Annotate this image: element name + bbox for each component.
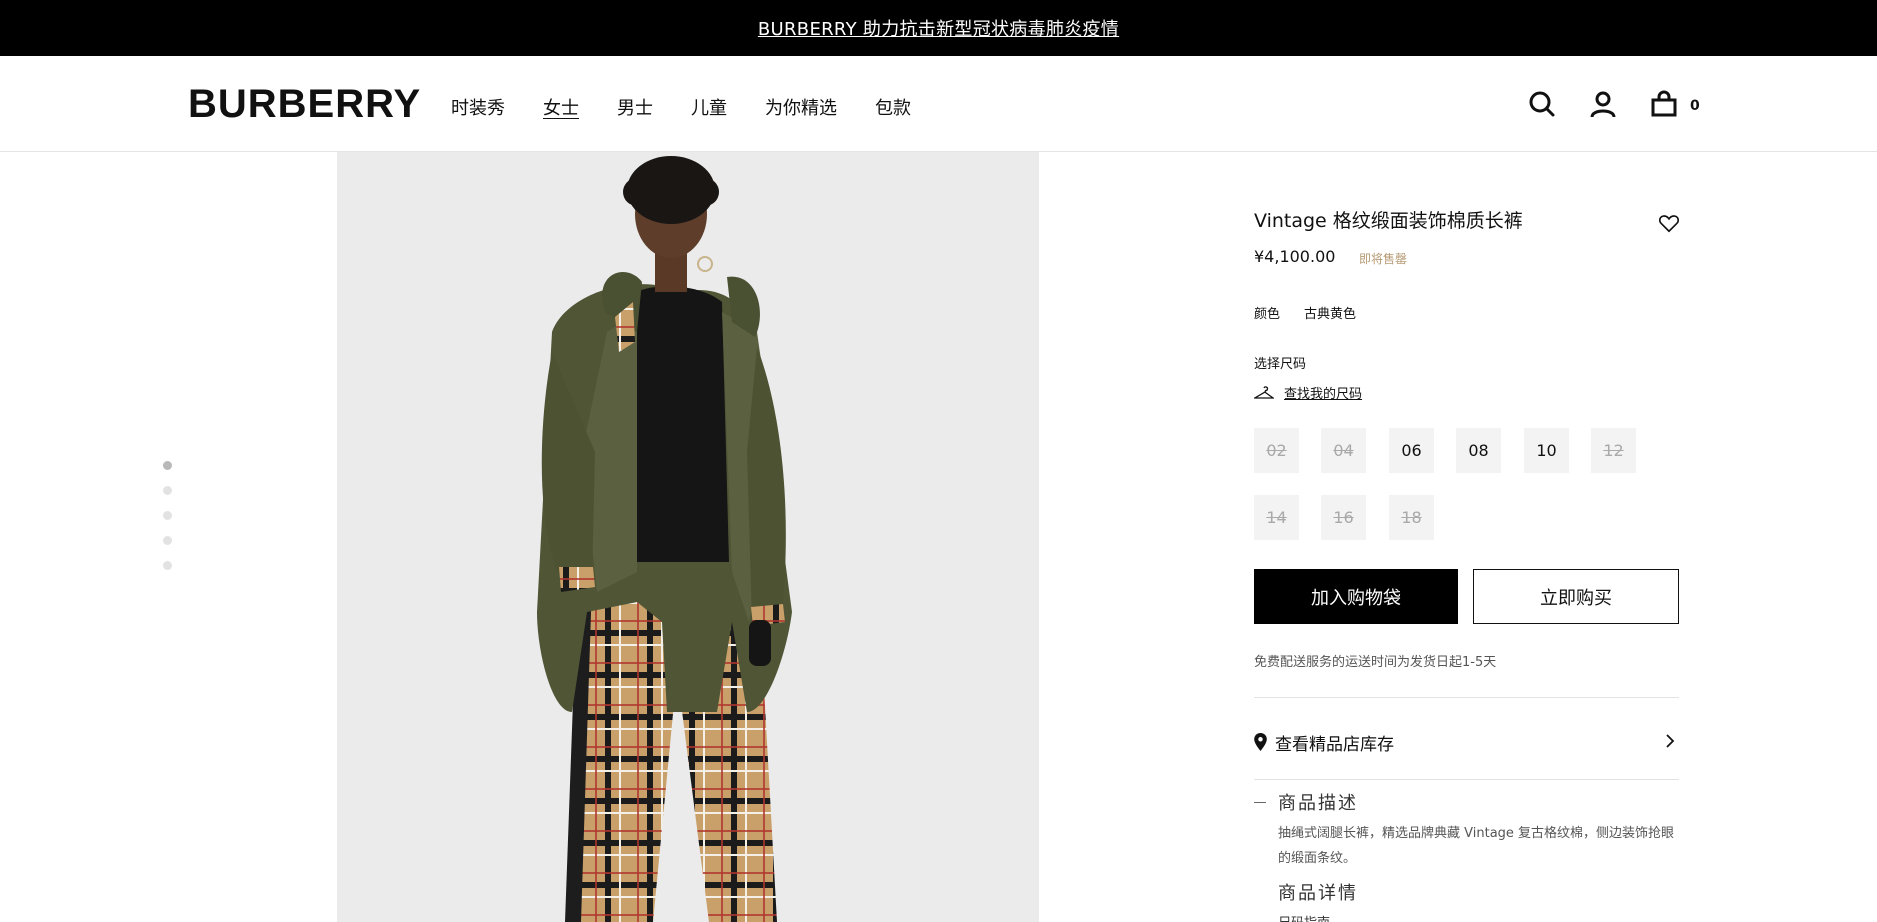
model-illustration [337,152,1039,922]
add-to-bag-button[interactable]: 加入购物袋 [1254,569,1458,624]
description-title: 商品描述 [1278,793,1358,814]
location-pin-icon [1254,733,1267,751]
divider [1254,697,1679,698]
heart-icon[interactable] [1658,212,1680,234]
stock-status-badge: 即将售罄 [1359,252,1408,266]
nav-item-bags[interactable]: 包款 [875,96,911,121]
site-header: BURBERRY 时装秀 女士 男士 儿童 为你精选 包款 0 [0,56,1877,152]
color-value: 古典黄色 [1304,307,1357,322]
color-label: 颜色 [1254,307,1281,322]
size-guide-link[interactable]: 尺码指南 [1278,912,1330,922]
promo-banner: BURBERRY 助力抗击新型冠状病毒肺炎疫情 [0,0,1877,56]
size-finder-link[interactable]: 查找我的尺码 [1254,383,1362,402]
gallery-pagination [163,461,173,586]
main-nav: 时装秀 女士 男士 儿童 为你精选 包款 [451,96,949,121]
chevron-right-icon [1666,734,1675,748]
gallery-dot[interactable] [163,486,172,495]
nav-item-curated[interactable]: 为你精选 [765,96,837,121]
user-icon[interactable] [1587,88,1619,120]
size-option[interactable]: 02 [1254,428,1299,473]
gallery-dot[interactable] [163,511,172,520]
size-label: 选择尺码 [1254,357,1307,372]
product-title: Vintage 格纹缎面装饰棉质长裤 [1254,210,1523,232]
nav-item-runway[interactable]: 时装秀 [451,96,505,121]
bag-count: 0 [1690,98,1700,114]
nav-item-children[interactable]: 儿童 [691,96,727,121]
bag-icon[interactable] [1648,88,1680,120]
size-option[interactable]: 10 [1524,428,1569,473]
search-icon[interactable] [1526,88,1558,120]
gallery-dot[interactable] [163,561,172,570]
size-option[interactable]: 18 [1389,495,1434,540]
size-finder-label: 查找我的尺码 [1284,387,1363,402]
nav-item-women[interactable]: 女士 [543,96,579,121]
size-option[interactable]: 06 [1389,428,1434,473]
size-option[interactable]: 12 [1591,428,1636,473]
hanger-icon [1254,385,1274,399]
size-option[interactable]: 16 [1321,495,1366,540]
minus-icon [1254,801,1266,803]
store-stock-label: 查看精品店库存 [1275,734,1394,755]
nav-item-men[interactable]: 男士 [617,96,653,121]
store-stock-link[interactable]: 查看精品店库存 [1254,727,1679,757]
description-body: 抽绳式阔腿长裤，精选品牌典藏 Vintage 复古格纹棉，侧边装饰抢眼的缎面条纹… [1278,826,1675,866]
buy-now-button[interactable]: 立即购买 [1473,569,1679,624]
description-toggle[interactable]: 商品描述 [1254,789,1358,815]
promo-banner-link[interactable]: BURBERRY 助力抗击新型冠状病毒肺炎疫情 [758,15,1119,41]
brand-logo[interactable]: BURBERRY [188,84,421,124]
product-price: ¥4,100.00 [1254,247,1336,266]
details-toggle[interactable]: 商品详情 [1278,879,1358,905]
size-option[interactable]: 08 [1456,428,1501,473]
gallery-dot[interactable] [163,461,172,470]
product-image[interactable] [337,152,1039,922]
gallery-dot[interactable] [163,536,172,545]
size-option[interactable]: 04 [1321,428,1366,473]
divider [1254,779,1679,780]
size-option[interactable]: 14 [1254,495,1299,540]
shipping-note: 免费配送服务的运送时间为发货日起1-5天 [1254,655,1497,670]
